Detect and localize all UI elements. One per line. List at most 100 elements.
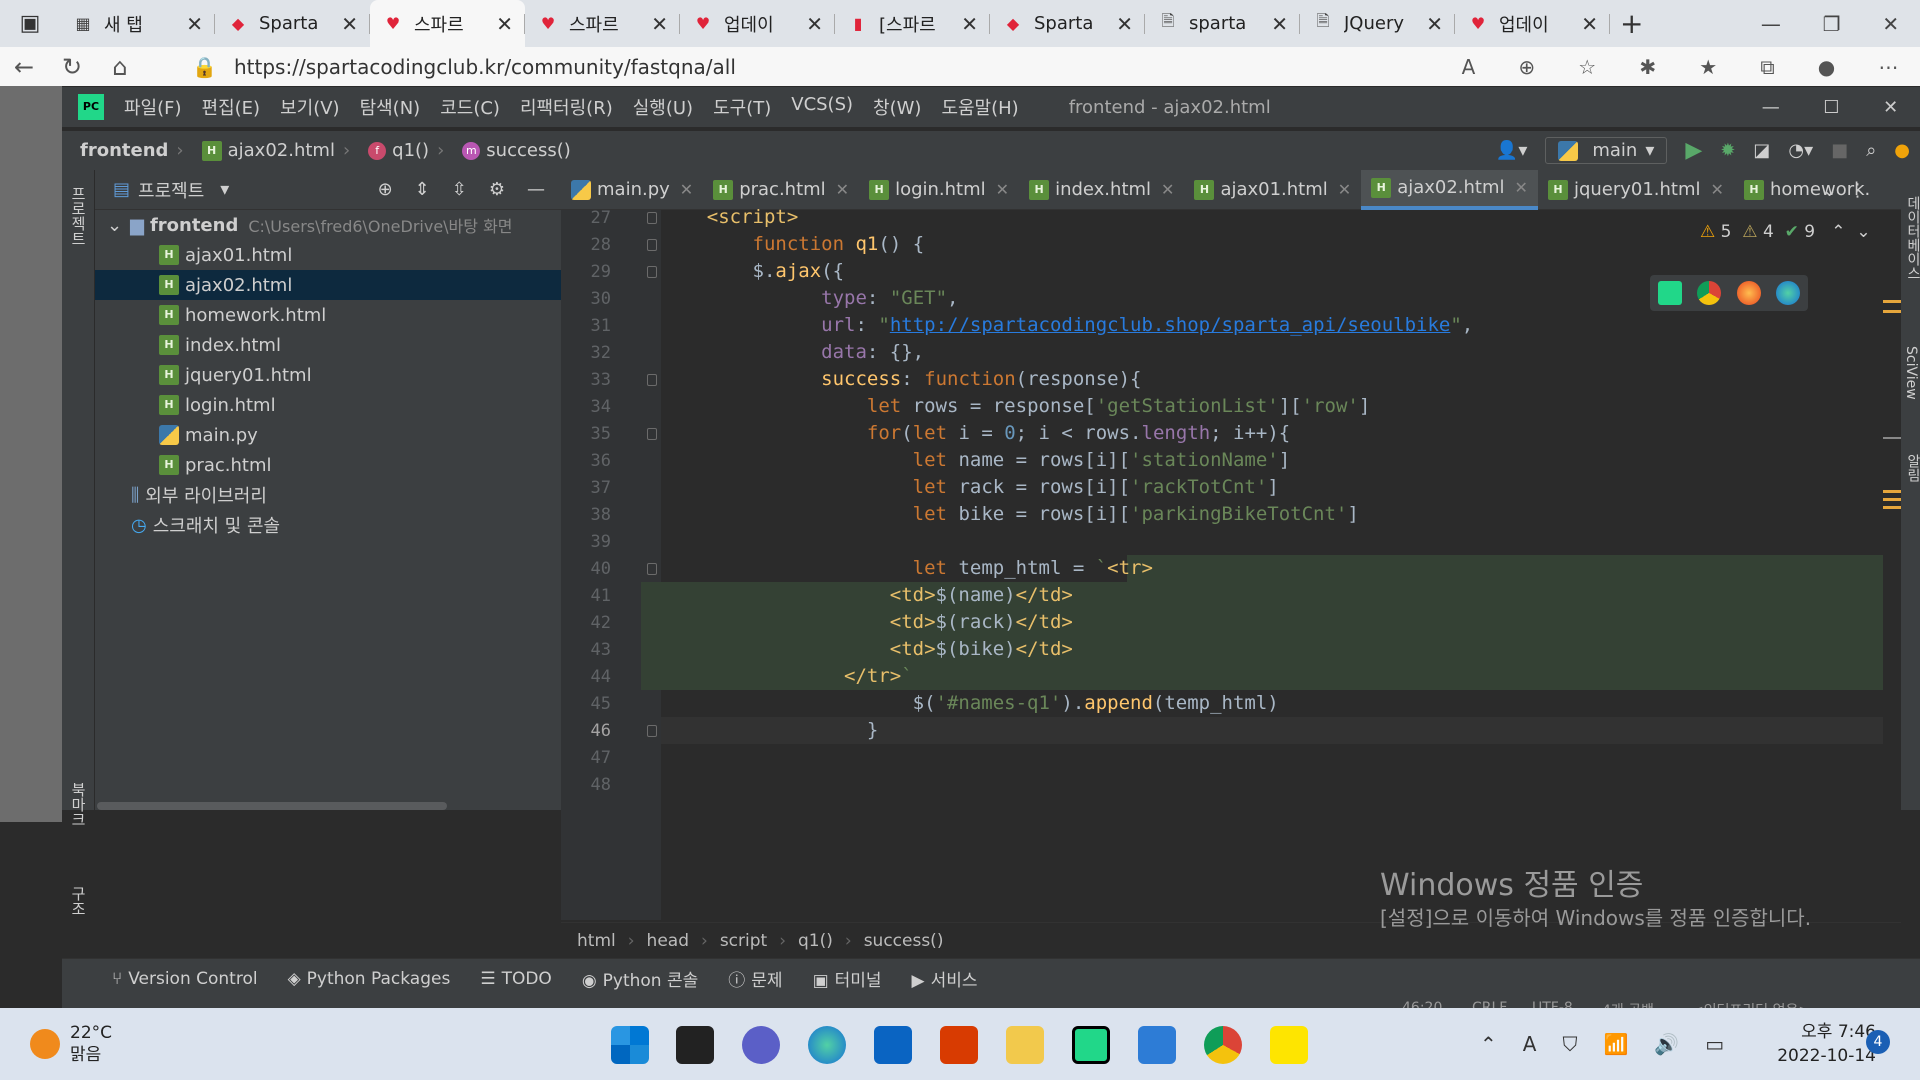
tree-file-item[interactable]: Hprac.html [95, 450, 561, 480]
ide-restore-icon[interactable]: ☐ [1823, 97, 1839, 118]
code-editor[interactable]: <script> function q1() { $.ajax({ type: … [641, 206, 1901, 920]
crumb-file[interactable]: Hajax02.html › [201, 140, 359, 161]
fold-marker-icon[interactable] [647, 239, 657, 251]
tree-file-item[interactable]: Hhomework.html [95, 300, 561, 330]
menu-item[interactable]: 리팩터링(R) [520, 94, 613, 120]
fold-marker-icon[interactable] [647, 428, 657, 440]
mail-icon[interactable] [874, 1026, 912, 1064]
tab-actions-icon[interactable]: ▣ [0, 11, 60, 36]
battery-icon[interactable]: ▭ [1705, 1032, 1724, 1056]
tab-close-icon[interactable]: ✕ [1581, 12, 1598, 36]
menu-item[interactable]: 도구(T) [713, 94, 771, 120]
code-crumb[interactable]: success() [864, 931, 944, 951]
wifi-icon[interactable]: 📶 [1603, 1032, 1628, 1056]
tab-close-icon[interactable]: ✕ [341, 12, 358, 36]
chrome-icon[interactable] [1697, 281, 1722, 305]
fold-marker-icon[interactable] [647, 266, 657, 278]
tab-close-icon[interactable]: ✕ [1711, 180, 1724, 199]
tool-window-button[interactable]: ☰ TODO [480, 969, 552, 989]
windows-start-icon[interactable] [611, 1026, 649, 1064]
extensions-icon[interactable]: ✱ [1639, 55, 1656, 79]
restore-icon[interactable]: ❐ [1823, 12, 1841, 36]
code-crumb[interactable]: html [577, 931, 616, 951]
notifications-tool-tab[interactable]: 알림 [1903, 454, 1920, 482]
tree-file-item[interactable]: Hjquery01.html [95, 360, 561, 390]
tab-close-icon[interactable]: ✕ [1426, 12, 1443, 36]
tab-close-icon[interactable]: ✕ [1515, 178, 1528, 197]
crumb-method[interactable]: m success() [462, 140, 571, 161]
code-crumb[interactable]: q1() [798, 931, 833, 951]
menu-item[interactable]: 탐색(N) [360, 94, 421, 120]
tool-window-button[interactable]: ▶ 서비스 [912, 966, 978, 991]
tree-file-item[interactable]: main.py [95, 420, 561, 450]
fold-marker-icon[interactable] [647, 212, 657, 224]
editor-tab[interactable]: main.py ✕ [561, 170, 703, 210]
browser-tab[interactable]: ▮ [스파르 ✕ [835, 0, 990, 47]
new-tab-button[interactable]: + [1620, 7, 1643, 40]
favorites-icon[interactable]: ★ [1699, 55, 1717, 79]
crumb-function[interactable]: f q1() › [368, 140, 452, 161]
search-icon[interactable]: ⌕ [1866, 140, 1876, 161]
bookmarks-tool-tab[interactable]: 북마크 [68, 782, 89, 827]
editor-tab[interactable]: Hjquery01.html ✕ [1538, 170, 1734, 210]
tree-file-item[interactable]: Hlogin.html [95, 390, 561, 420]
editor-tab[interactable]: Hajax01.html ✕ [1184, 170, 1361, 210]
problems-indicator[interactable]: ⚠ 5 ⚠ 4 ✔ 9 ⌃ ⌄ [1700, 222, 1871, 242]
menu-item[interactable]: 보기(V) [280, 94, 339, 120]
favorite-icon[interactable]: ☆ [1578, 55, 1596, 79]
code-crumb[interactable]: script [720, 931, 767, 951]
editor-tab[interactable]: Hprac.html ✕ [703, 170, 859, 210]
tree-external-libraries[interactable]: ⫼ 외부 라이브러리 [95, 480, 561, 510]
locate-icon[interactable]: ⊕ [378, 179, 393, 200]
tab-close-icon[interactable]: ✕ [496, 12, 513, 36]
tree-file-item[interactable]: Hajax02.html [95, 270, 561, 300]
crumb-project[interactable]: frontend › [80, 140, 192, 161]
structure-tool-tab[interactable]: 구조 [68, 886, 89, 916]
tab-close-icon[interactable]: ✕ [1338, 180, 1351, 199]
fold-marker-icon[interactable] [647, 563, 657, 575]
project-panel-title[interactable]: 프로젝트 [138, 177, 204, 203]
prev-problem-icon[interactable]: ⌃ [1831, 222, 1845, 242]
expand-all-icon[interactable]: ⇕ [415, 179, 430, 200]
tab-list-icon[interactable]: ⌄ ⋮ [1822, 180, 1867, 201]
debug-icon[interactable]: ✹ [1720, 140, 1735, 161]
stop-icon[interactable]: ■ [1831, 140, 1848, 161]
store-icon[interactable] [1138, 1026, 1176, 1064]
pycharm-taskbar-icon[interactable] [1072, 1026, 1110, 1064]
collapse-all-icon[interactable]: ⇳ [452, 179, 467, 200]
tab-close-icon[interactable]: ✕ [1161, 180, 1174, 199]
menu-item[interactable]: 도움말(H) [941, 94, 1018, 120]
tab-close-icon[interactable]: ✕ [680, 180, 693, 199]
security-icon[interactable]: ⛉ [1562, 1032, 1577, 1056]
browser-tab[interactable]: 🗎 sparta ✕ [1145, 0, 1300, 47]
teams-chat-icon[interactable] [742, 1026, 780, 1064]
minimize-icon[interactable]: — [1761, 12, 1781, 36]
url-input[interactable]: 🔒 https://spartacodingclub.kr/community/… [164, 51, 1364, 83]
editor-scrollbar[interactable] [1883, 210, 1901, 920]
browser-tab[interactable]: 🗎 JQuery ✕ [1300, 0, 1455, 47]
next-problem-icon[interactable]: ⌄ [1856, 222, 1870, 242]
close-icon[interactable]: ✕ [1882, 12, 1899, 36]
notification-badge[interactable]: 4 [1866, 1030, 1890, 1054]
browser-tab[interactable]: ◆ Sparta ✕ [990, 0, 1145, 47]
task-view-icon[interactable] [676, 1026, 714, 1064]
menu-item[interactable]: 코드(C) [440, 94, 500, 120]
tool-window-button[interactable]: ⓘ 문제 [728, 966, 782, 991]
menu-item[interactable]: 편집(E) [202, 94, 261, 120]
tree-scratches[interactable]: ◷ 스크래치 및 콘솔 [95, 510, 561, 540]
profile-icon[interactable]: ● [1818, 55, 1835, 79]
editor-tab[interactable]: Hajax02.html ✕ [1361, 169, 1538, 210]
run-icon[interactable]: ▶ [1685, 138, 1702, 163]
hide-icon[interactable]: — [527, 179, 545, 200]
ime-icon[interactable]: A [1523, 1032, 1537, 1056]
read-aloud-icon[interactable]: A [1462, 55, 1476, 79]
tab-close-icon[interactable]: ✕ [186, 12, 203, 36]
panel-scrollbar[interactable] [97, 802, 447, 810]
ide-minimize-icon[interactable]: — [1762, 97, 1780, 118]
fold-marker-icon[interactable] [647, 374, 657, 386]
tab-close-icon[interactable]: ✕ [996, 180, 1009, 199]
more-icon[interactable]: ⋯ [1878, 55, 1898, 79]
dropdown-icon[interactable]: ▾ [220, 179, 229, 200]
firefox-icon[interactable] [1736, 281, 1761, 305]
tree-root[interactable]: ⌄ ▆ frontend C:\Users\fred6\OneDrive\바탕 … [95, 210, 561, 240]
